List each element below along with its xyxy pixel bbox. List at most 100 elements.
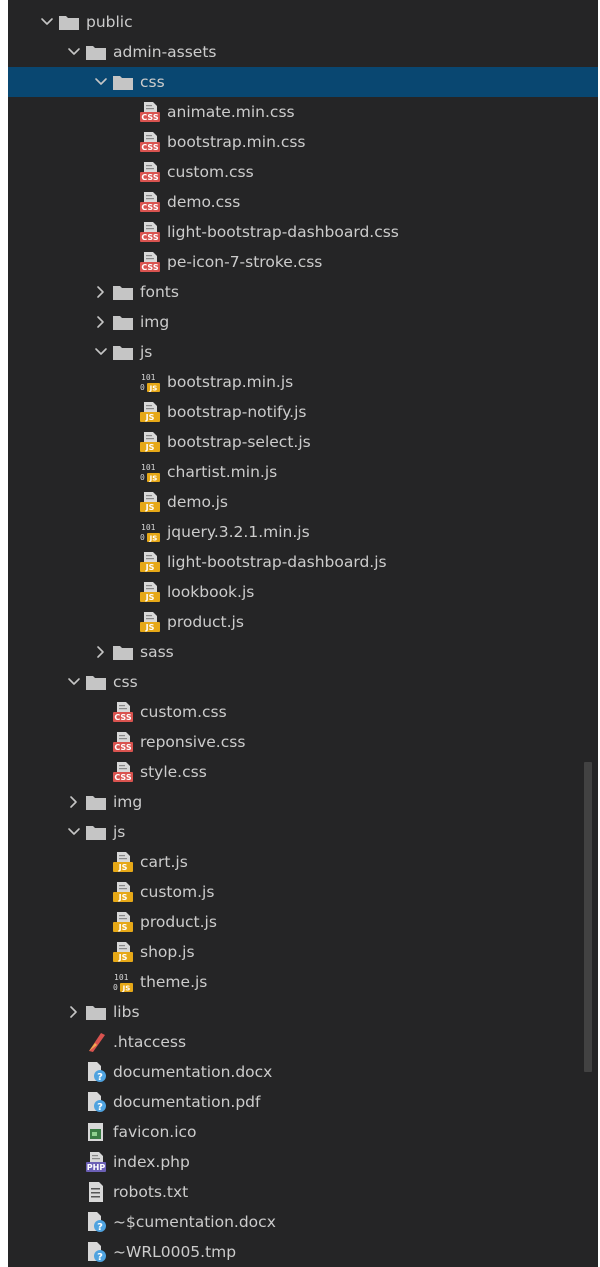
tree-item-label: custom.css [167,163,254,181]
tree-file-row[interactable]: JS product.js [8,907,598,937]
tree-item-label: jquery.3.2.1.min.js [167,523,310,541]
minified-js-file-icon: 101 0 JS [112,971,134,993]
tree-file-row[interactable]: CSS reponsive.css [8,727,598,757]
chevron-down-icon[interactable] [63,667,85,697]
tree-file-row[interactable]: robots.txt [8,1177,598,1207]
chevron-down-icon[interactable] [90,337,112,367]
tree-folder-row[interactable]: css [8,667,598,697]
tree-item-label: libs [113,1003,140,1021]
tree-file-row[interactable]: JS bootstrap-notify.js [8,397,598,427]
tree-file-row[interactable]: 101 0 JS chartist.min.js [8,457,598,487]
tree-file-row[interactable]: CSS custom.css [8,157,598,187]
php-file-icon: PHP [85,1151,107,1173]
tree-item-label: .htaccess [113,1033,187,1051]
css-file-icon: CSS [139,131,161,153]
tree-folder-row[interactable]: js [8,817,598,847]
tree-file-row[interactable]: CSS style.css [8,757,598,787]
tree-file-row[interactable]: 101 0 JS bootstrap.min.js [8,367,598,397]
minified-js-file-icon: 101 0 JS [139,461,161,483]
tree-item-label: fonts [140,283,179,301]
tree-file-row[interactable]: JS light-bootstrap-dashboard.js [8,547,598,577]
unknown-file-icon: ? [85,1061,107,1083]
svg-text:PHP: PHP [87,1163,106,1172]
svg-text:JS: JS [145,623,155,632]
svg-text:101: 101 [141,523,156,532]
tree-item-label: js [113,823,126,841]
svg-text:JS: JS [145,443,155,452]
svg-text:CSS: CSS [141,203,158,212]
js-file-icon: JS [112,851,134,873]
chevron-right-icon[interactable] [90,277,112,307]
tree-file-row[interactable]: JS bootstrap-select.js [8,427,598,457]
folder-icon [112,311,134,333]
tree-file-row[interactable]: JS lookbook.js [8,577,598,607]
svg-text:101: 101 [141,463,156,472]
tree-item-label: custom.js [140,883,215,901]
js-file-icon: JS [112,911,134,933]
tree-file-row[interactable]: JS demo.js [8,487,598,517]
tree-file-row[interactable]: PHP index.php [8,1147,598,1177]
chevron-right-icon[interactable] [63,787,85,817]
svg-text:CSS: CSS [141,113,158,122]
tree-folder-row[interactable]: sass [8,637,598,667]
image-file-icon [85,1121,107,1143]
chevron-down-icon[interactable] [63,817,85,847]
chevron-down-icon[interactable] [63,37,85,67]
unknown-file-icon: ? [85,1241,107,1263]
tree-file-row[interactable]: .htaccess [8,1027,598,1057]
tree-file-row[interactable]: JS product.js [8,607,598,637]
folder-icon [85,671,107,693]
folder-icon [112,281,134,303]
tree-file-row[interactable]: favicon.ico [8,1117,598,1147]
folder-icon [58,11,80,33]
folder-icon [85,1001,107,1023]
tree-item-label: js [140,343,153,361]
chevron-down-icon[interactable] [90,67,112,97]
folder-icon [112,71,134,93]
tree-folder-row[interactable]: libs [8,997,598,1027]
tree-item-label: cart.js [140,853,188,871]
tree-folder-row[interactable]: img [8,307,598,337]
js-file-icon: JS [112,941,134,963]
folder-icon [85,791,107,813]
tree-item-label: shop.js [140,943,195,961]
chevron-down-icon[interactable] [36,7,58,37]
tree-item-label: product.js [140,913,217,931]
svg-text:JS: JS [118,953,128,962]
tree-folder-row[interactable]: img [8,787,598,817]
tree-file-row[interactable]: ? documentation.pdf [8,1087,598,1117]
tree-file-row[interactable]: ? ~$cumentation.docx [8,1207,598,1237]
tree-file-row[interactable]: JS cart.js [8,847,598,877]
scrollbar-thumb[interactable] [584,762,592,1072]
tree-item-label: documentation.pdf [113,1093,261,1111]
folder-icon [85,821,107,843]
tree-file-row[interactable]: 101 0 JS jquery.3.2.1.min.js [8,517,598,547]
chevron-right-icon[interactable] [63,997,85,1027]
chevron-right-icon[interactable] [90,637,112,667]
tree-folder-row[interactable]: public [8,7,598,37]
tree-file-row[interactable]: CSS custom.css [8,697,598,727]
chevron-right-icon[interactable] [90,307,112,337]
tree-file-row[interactable]: CSS pe-icon-7-stroke.css [8,247,598,277]
tree-file-row[interactable]: CSS demo.css [8,187,598,217]
tree-file-row[interactable]: CSS light-bootstrap-dashboard.css [8,217,598,247]
tree-folder-row[interactable]: fonts [8,277,598,307]
tree-folder-row[interactable]: js [8,337,598,367]
css-file-icon: CSS [139,161,161,183]
tree-file-row[interactable]: ? documentation.docx [8,1057,598,1087]
css-file-icon: CSS [112,761,134,783]
tree-file-row[interactable]: JS custom.js [8,877,598,907]
tree-item-label: bootstrap.min.css [167,133,306,151]
css-file-icon: CSS [139,101,161,123]
js-file-icon: JS [112,881,134,903]
tree-folder-row[interactable]: css [8,67,598,97]
tree-folder-row[interactable]: admin-assets [8,37,598,67]
tree-file-row[interactable]: CSS animate.min.css [8,97,598,127]
tree-file-row[interactable]: ? ~WRL0005.tmp [8,1237,598,1267]
tree-item-label: bootstrap-notify.js [167,403,307,421]
unknown-file-icon: ? [85,1211,107,1233]
tree-file-row[interactable]: JS shop.js [8,937,598,967]
svg-text:JS: JS [118,863,128,872]
tree-file-row[interactable]: 101 0 JS theme.js [8,967,598,997]
tree-file-row[interactable]: CSS bootstrap.min.css [8,127,598,157]
